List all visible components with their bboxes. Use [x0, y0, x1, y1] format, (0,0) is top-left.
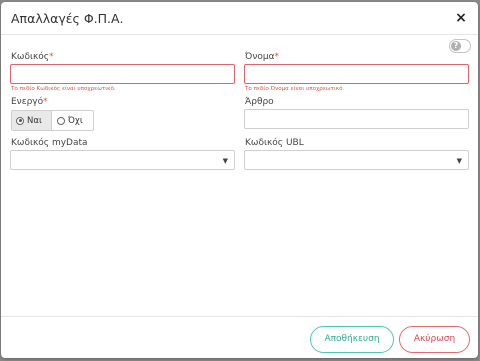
save-button[interactable]: Αποθήκευση [310, 326, 394, 353]
active-option-no[interactable]: Όχι [53, 111, 93, 130]
name-label-text: Όνομα [245, 52, 275, 62]
cancel-button[interactable]: Ακύρωση [399, 326, 470, 353]
code-required-mark: * [49, 52, 54, 62]
chevron-down-icon: ▼ [456, 157, 462, 165]
article-input[interactable] [244, 109, 469, 129]
code-label-text: Κωδικός [11, 52, 50, 62]
code-input[interactable] [10, 64, 235, 84]
help-toggle[interactable]: ? [449, 39, 471, 53]
dialog-title: Απαλλαγές Φ.Π.Α. [11, 11, 124, 26]
name-input[interactable] [244, 64, 469, 84]
close-icon[interactable]: × [454, 10, 468, 26]
help-icon: ? [451, 41, 461, 51]
mydata-code-select[interactable]: ▼ [10, 150, 235, 170]
ubl-code-select[interactable]: ▼ [244, 150, 469, 170]
active-required-mark: * [43, 97, 48, 107]
name-error: Το πεδίο Όνομα είναι υποχρεωτικό. [245, 86, 345, 92]
code-label: Κωδικός* [11, 52, 54, 62]
active-option-yes-label: Ναι [27, 115, 42, 126]
footer-divider [1, 316, 478, 317]
active-option-yes[interactable]: Ναι [12, 111, 52, 130]
name-label: Όνομα* [245, 52, 279, 62]
active-radio-group: Ναι Όχι [11, 110, 94, 131]
ubl-code-label: Κωδικός UBL [245, 138, 304, 148]
radio-selected-icon [16, 116, 24, 125]
name-required-mark: * [274, 52, 280, 62]
dialog-header: Απαλλαγές Φ.Π.Α. × [1, 2, 478, 35]
active-label: Ενεργό* [11, 97, 48, 107]
article-label: Άρθρο [245, 97, 274, 107]
radio-unselected-icon [57, 116, 65, 125]
code-error: Το πεδίο Κωδικός είναι υποχρεωτικό. [11, 86, 116, 92]
vat-exemptions-dialog: Απαλλαγές Φ.Π.Α. × ? Κωδικός* Το πεδίο Κ… [1, 2, 478, 358]
active-label-text: Ενεργό [11, 97, 44, 107]
active-option-no-label: Όχι [68, 115, 83, 126]
mydata-code-label: Κωδικός myData [11, 138, 88, 148]
chevron-down-icon: ▼ [222, 157, 228, 165]
